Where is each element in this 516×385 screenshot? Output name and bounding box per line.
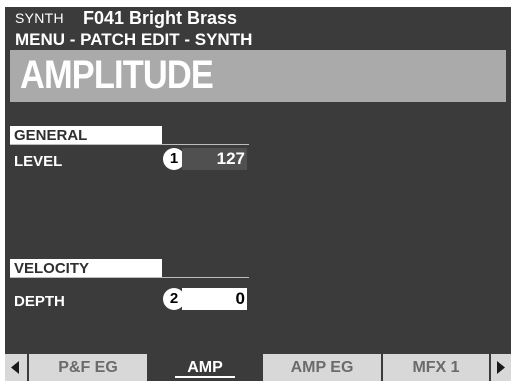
prev-tab-arrow[interactable]: [5, 354, 27, 381]
tab-label: AMP: [175, 359, 235, 378]
tab-pf-eg[interactable]: P&F EG: [29, 354, 147, 381]
section-general-label: GENERAL: [10, 126, 162, 145]
depth-label: DEPTH: [14, 293, 65, 310]
lcd-screen: SYNTH F041 Bright Brass MENU - PATCH EDI…: [5, 7, 511, 381]
mode-label: SYNTH: [15, 10, 64, 26]
right-triangle-icon: [497, 361, 505, 374]
left-triangle-icon: [11, 361, 19, 374]
depth-value[interactable]: 0: [182, 288, 247, 310]
level-value[interactable]: 127: [182, 148, 247, 170]
menu-breadcrumb: MENU - PATCH EDIT - SYNTH: [15, 30, 253, 49]
section-general-divider: [10, 144, 249, 145]
tab-label: P&F EG: [58, 359, 118, 376]
level-label: LEVEL: [14, 153, 63, 170]
tab-mfx-1[interactable]: MFX 1: [383, 354, 489, 381]
tab-label: AMP EG: [290, 359, 354, 376]
page-title: AMPLITUDE: [20, 53, 214, 97]
tab-label: MFX 1: [412, 359, 460, 376]
title-bar: AMPLITUDE: [10, 50, 506, 102]
tab-bar: P&F EG AMP AMP EG MFX 1: [5, 354, 511, 381]
tab-amp[interactable]: AMP: [149, 354, 261, 381]
section-velocity-label: VELOCITY: [10, 259, 162, 278]
tab-amp-eg[interactable]: AMP EG: [263, 354, 381, 381]
next-tab-arrow[interactable]: [491, 354, 511, 381]
patch-name: F041 Bright Brass: [83, 8, 238, 28]
section-velocity-divider: [10, 277, 249, 278]
